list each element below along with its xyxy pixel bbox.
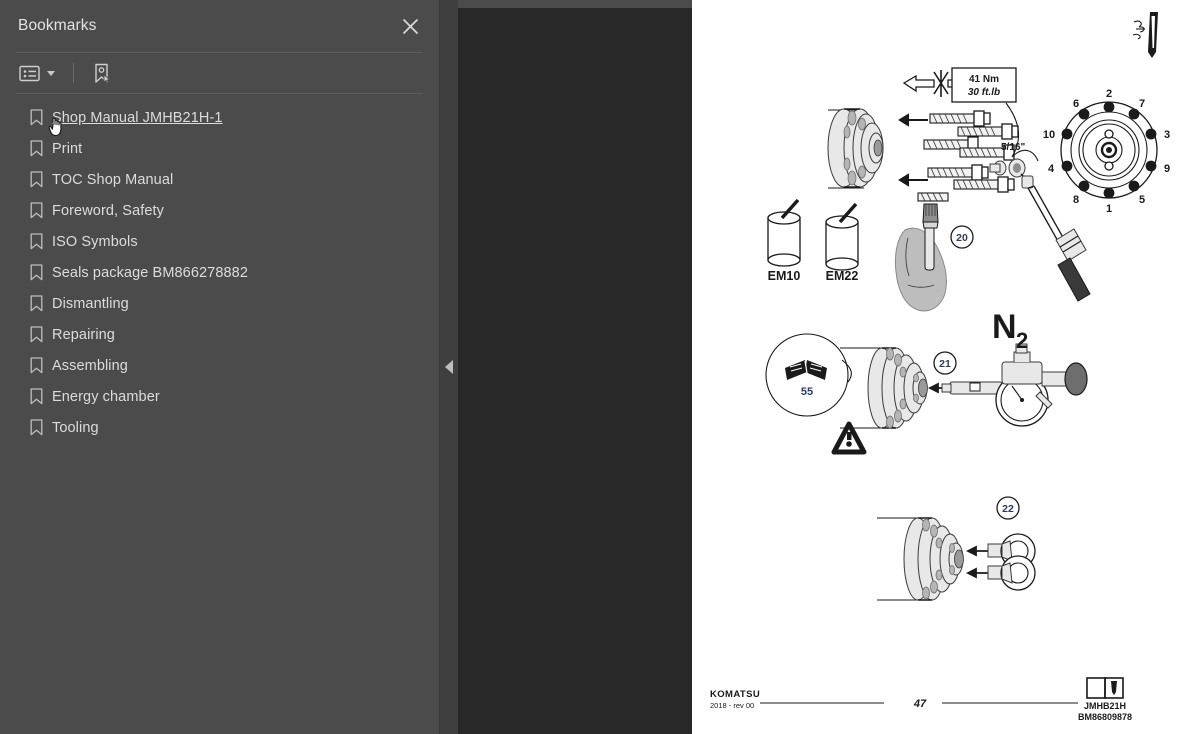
footer-revision: 2018 - rev 00 [710,701,754,710]
step-22-label: 22 [1002,503,1014,515]
lifting-eye-bolts [965,533,1036,591]
socket-size-label: 5/16" [1001,142,1025,153]
bookmark-icon [30,326,52,343]
bolt-num-8: 8 [1073,194,1079,206]
gas-symbol: N [992,308,1017,346]
manual-booklet-icon [1086,677,1124,699]
bookmark-icon [30,357,52,374]
collapse-left-arrow-icon[interactable] [445,360,453,374]
pdf-viewer[interactable]: .ink { fill:none; stroke:#1a1a1a; stroke… [458,0,1200,734]
bookmark-item-label: Seals package BM866278882 [52,264,248,281]
bookmark-item-label: ISO Symbols [52,233,138,250]
bolt-num-5: 5 [1139,194,1145,206]
list-options-icon[interactable] [16,62,58,85]
torque-value-box: 41 Nm 30 ft.lb [951,67,1017,103]
bookmark-item-label: Foreword, Safety [52,202,165,219]
step-marker-20: 20 [950,225,974,249]
footer-model: JMHB21H [1084,701,1126,711]
bookmark-item-label: Assembling [52,357,128,374]
bolt-num-7: 7 [1139,98,1145,110]
grease-em22-label: EM22 [826,269,859,283]
bolt-set [917,110,1019,202]
nitrogen-gas-label: N 2 [992,308,1028,353]
bolt-num-10: 10 [1043,129,1055,141]
bookmark-item-toc-shop-manual[interactable]: TOC Shop Manual [0,164,439,195]
step-20-label: 20 [956,232,968,244]
bookmark-icon [30,171,52,188]
grease-can-em22-required: EM22 [825,202,859,283]
bookmark-item-label: Energy chamber [52,388,160,405]
pdf-page[interactable]: .ink { fill:none; stroke:#1a1a1a; stroke… [692,0,1200,734]
bookmark-item-assembling[interactable]: Assembling [0,350,439,381]
torque-imperial: 30 ft.lb [968,87,1000,98]
bookmark-item-tooling[interactable]: Tooling [0,412,439,443]
bookmark-item-print[interactable]: Print [0,133,439,164]
bolt-tightening-sequence-diagram: 2 7 3 9 5 1 8 4 10 6 [1005,88,1170,215]
bookmark-item-foreword-safety[interactable]: Foreword, Safety [0,195,439,226]
bookmark-item-energy-chamber[interactable]: Energy chamber [0,381,439,412]
bookmark-icon [30,140,52,157]
hub-flange-assembly-step20 [827,108,884,189]
bookmark-item-label: TOC Shop Manual [52,171,174,188]
bookmark-item-seals-package-bm866278882[interactable]: Seals package BM866278882 [0,257,439,288]
bookmark-item-label: Repairing [52,326,115,343]
bookmarks-panel: Bookmarks Shop Manual JMHB21H-1 Print TO… [0,0,440,734]
grease-can-em10-prohibited: EM10 [767,198,801,283]
bookmark-icon [30,202,52,219]
bookmark-item-label: Shop Manual JMHB21H-1 [52,109,223,126]
hand-with-brush-icon [894,203,947,312]
bolt-num-3: 3 [1164,129,1170,141]
bookmark-icon [30,109,52,126]
pdf-reader-window: Bookmarks Shop Manual JMHB21H-1 Print TO… [0,0,1200,734]
grease-em10-label: EM10 [768,269,801,283]
torque-wrench [1020,173,1091,302]
bookmark-icon [30,264,52,281]
manual-reference-bubble: 55 [765,333,852,417]
shop-manual-page-illustration: .ink { fill:none; stroke:#1a1a1a; stroke… [710,12,1170,722]
bookmarks-panel-header: Bookmarks [0,0,439,52]
chisel-tool-icon [1132,12,1158,58]
step-21-label: 21 [939,358,951,370]
new-bookmark-icon[interactable] [89,60,116,87]
bolt-num-4: 4 [1048,163,1055,175]
bookmark-icon [30,388,52,405]
bolt-num-6: 6 [1073,98,1079,110]
bookmark-item-label: Print [52,140,83,157]
bolt-num-2: 2 [1106,88,1112,100]
bolt-num-9: 9 [1164,163,1170,175]
step-marker-22: 22 [996,496,1020,520]
footer-brand: KOMATSU [710,689,760,700]
bolt-num-1: 1 [1106,203,1112,215]
toolbar-divider [73,63,74,83]
bookmark-item-dismantling[interactable]: Dismantling [0,288,439,319]
manual-ref-page: 55 [801,386,813,398]
bookmark-item-label: Tooling [52,419,99,436]
bookmark-list: Shop Manual JMHB21H-1 Print TOC Shop Manua… [0,94,439,734]
close-icon[interactable] [397,13,423,39]
torque-metric: 41 Nm [969,74,999,85]
panel-title: Bookmarks [18,17,97,34]
assembly-direction-arrows [898,113,928,187]
bookmarks-toolbar [0,53,439,93]
bookmark-item-label: Dismantling [52,295,129,312]
footer-page-number: 47 [913,698,927,710]
bookmark-icon [30,419,52,436]
footer-part-number: BM86809878 [1078,712,1132,722]
chevron-down-icon[interactable] [47,70,55,76]
bookmark-item-repairing[interactable]: Repairing [0,319,439,350]
hub-assembly-step22 [877,517,964,601]
nitrogen-charging-tool [941,343,1088,427]
page-footer: KOMATSU 2018 - rev 00 47 JMHB21H BM86809… [710,677,1132,722]
hub-assembly-step21 [840,347,950,429]
bookmark-icon [30,233,52,250]
bookmark-icon [30,295,52,312]
gas-subscript: 2 [1016,328,1028,353]
bookmark-item-iso-symbols[interactable]: ISO Symbols [0,226,439,257]
bookmark-item-shop-manual-jmhb21h-1[interactable]: Shop Manual JMHB21H-1 [0,102,439,137]
step-marker-21: 21 [933,351,957,375]
panel-collapse-handle[interactable] [440,0,458,734]
